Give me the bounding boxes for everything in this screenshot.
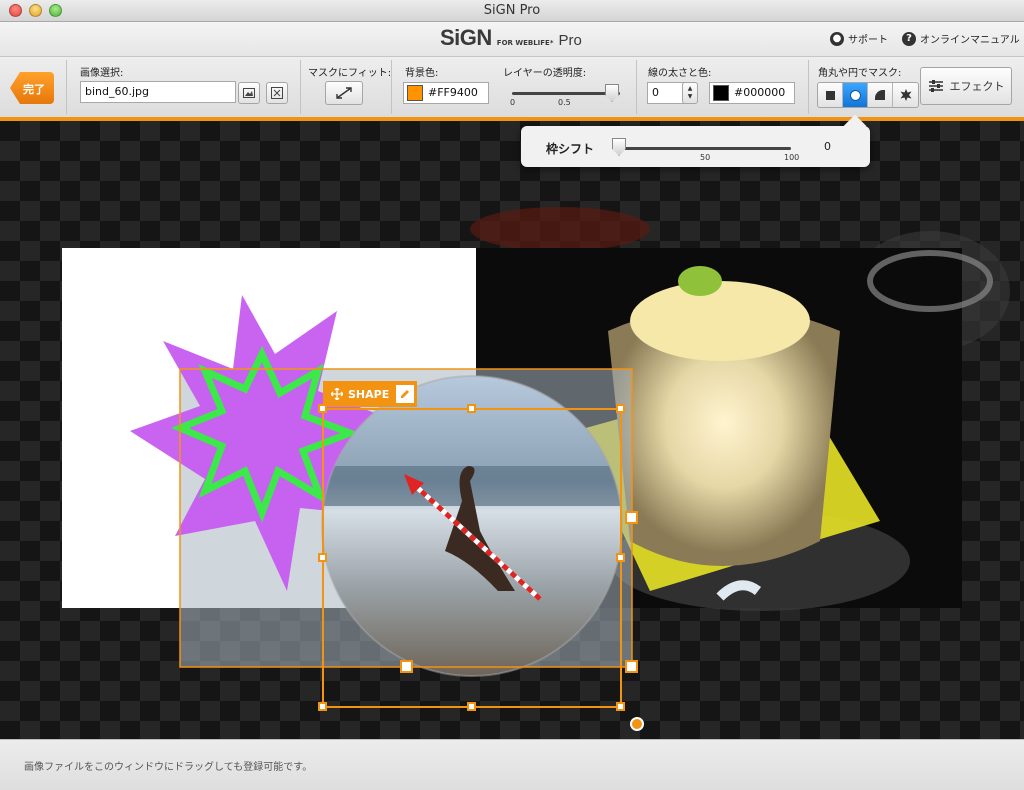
divider xyxy=(636,60,637,114)
frame-shift-slider-thumb[interactable] xyxy=(612,138,626,156)
app-header: SiGN FOR WEBLIFE* Pro ● サポート ? オンラインマニュア… xyxy=(0,22,1024,56)
divider xyxy=(300,60,301,114)
frame-shift-slider-track[interactable] xyxy=(619,147,791,150)
brand-logo-text: SiGN xyxy=(440,25,492,50)
minimize-window-button[interactable] xyxy=(29,4,42,17)
frame-shift-value: 0 xyxy=(824,140,831,153)
clear-image-button[interactable] xyxy=(266,82,288,104)
mask-fit-button[interactable] xyxy=(325,81,363,105)
sliders-icon xyxy=(928,80,943,92)
border-width-stepper[interactable]: ▲ ▼ xyxy=(682,82,698,104)
bg-color-value: #FF9400 xyxy=(428,86,478,99)
opacity-tick-mid: 0.5 xyxy=(558,98,571,107)
frame-shift-tick-50: 50 xyxy=(700,153,711,162)
mint-leaf xyxy=(678,266,722,296)
stepper-down-icon[interactable]: ▼ xyxy=(688,93,693,101)
stepper-up-icon[interactable]: ▲ xyxy=(688,85,693,93)
resize-handle-top[interactable] xyxy=(467,404,476,413)
move-icon xyxy=(331,388,343,400)
effect-button-label: エフェクト xyxy=(949,80,1005,93)
mask-circle-option[interactable] xyxy=(843,83,868,107)
mask-square-option[interactable] xyxy=(818,83,843,107)
window-title: SiGN Pro xyxy=(483,3,541,18)
image-icon xyxy=(243,88,255,98)
mask-shape-label: 角丸や円でマスク: xyxy=(818,68,902,79)
border-color-field[interactable]: #000000 xyxy=(709,82,795,104)
pencil-icon xyxy=(401,390,409,398)
online-manual-link[interactable]: ? オンラインマニュアル xyxy=(902,31,1020,46)
opacity-tick-min: 0 xyxy=(510,98,516,107)
frame-shift-label: 枠シフト xyxy=(546,142,595,156)
browse-image-button[interactable] xyxy=(238,82,260,104)
divider xyxy=(66,60,67,114)
resize-handle-top-right[interactable] xyxy=(616,404,625,413)
resize-handle-top-left[interactable] xyxy=(318,404,327,413)
brand-pro: Pro xyxy=(558,32,582,49)
bg-glow xyxy=(470,207,650,251)
frame-shift-tick-100: 100 xyxy=(784,153,800,162)
starburst-icon xyxy=(900,89,911,101)
bg-color-label: 背景色: xyxy=(405,68,439,79)
resize-handle-bottom[interactable] xyxy=(467,702,476,711)
help-icon: ? xyxy=(902,31,916,46)
divider xyxy=(391,60,392,114)
close-window-button[interactable] xyxy=(9,4,22,17)
resize-handle-right[interactable] xyxy=(616,553,625,562)
editing-canvas[interactable]: SHAPE xyxy=(0,121,1024,739)
ice-cream-top xyxy=(630,281,810,361)
opacity-label: レイヤーの透明度: xyxy=(503,68,587,79)
border-label: 線の太さと色: xyxy=(648,68,712,79)
layer-handle-bottom-right[interactable] xyxy=(625,660,638,673)
done-button[interactable]: 完了 xyxy=(10,72,54,104)
effect-button[interactable]: エフェクト xyxy=(920,67,1012,105)
fit-arrows-icon xyxy=(336,87,352,99)
circle-icon xyxy=(849,89,861,101)
bg-color-field[interactable]: #FF9400 xyxy=(403,82,489,104)
shape-tag-label: SHAPE xyxy=(348,387,390,401)
manual-label: オンラインマニュアル xyxy=(920,35,1020,46)
canvas-artwork xyxy=(62,207,1010,708)
shape-tag[interactable]: SHAPE xyxy=(323,381,417,407)
opacity-slider-track[interactable] xyxy=(512,92,620,95)
done-button-label: 完了 xyxy=(23,83,45,96)
support-label: サポート xyxy=(848,35,888,46)
layer-handle-bottom[interactable] xyxy=(400,660,413,673)
border-color-swatch[interactable] xyxy=(713,85,729,101)
rounded-corner-icon xyxy=(875,90,885,100)
circle-masked-photo xyxy=(322,376,622,676)
clear-icon xyxy=(271,87,283,99)
image-select-label: 画像選択: xyxy=(80,68,124,79)
zoom-window-button[interactable] xyxy=(49,4,62,17)
edit-shape-button[interactable] xyxy=(396,385,414,403)
image-file-field[interactable]: bind_60.jpg xyxy=(80,81,236,103)
title-bar: SiGN Pro xyxy=(0,0,1024,22)
resize-handle-left[interactable] xyxy=(318,553,327,562)
layer-handle-right[interactable] xyxy=(625,511,638,524)
support-link[interactable]: ● サポート xyxy=(830,31,888,46)
square-icon xyxy=(825,90,835,100)
bg-color-swatch[interactable] xyxy=(407,85,423,101)
divider xyxy=(808,60,809,114)
rotate-handle[interactable] xyxy=(630,717,644,731)
status-hint: 画像ファイルをこのウィンドウにドラッグしても登録可能です。 xyxy=(24,762,313,773)
mask-shape-selector xyxy=(817,82,919,108)
mask-fit-label: マスクにフィット: xyxy=(308,68,392,79)
status-bar: 画像ファイルをこのウィンドウにドラッグしても登録可能です。 xyxy=(0,739,1024,790)
frame-shift-popover: 枠シフト 50 100 0 xyxy=(521,114,870,167)
border-color-value: #000000 xyxy=(734,86,786,99)
brand-logo: SiGN FOR WEBLIFE* Pro xyxy=(440,25,582,53)
resize-handle-bottom-right[interactable] xyxy=(616,702,625,711)
resize-handle-bottom-left[interactable] xyxy=(318,702,327,711)
mask-rounded-corner-option[interactable] xyxy=(868,83,893,107)
app-window: SiGN Pro SiGN FOR WEBLIFE* Pro ● サポート ? … xyxy=(0,0,1024,790)
brand-subtitle: FOR WEBLIFE* xyxy=(496,39,554,47)
person-icon: ● xyxy=(830,31,844,46)
mask-starburst-option[interactable] xyxy=(893,83,918,107)
